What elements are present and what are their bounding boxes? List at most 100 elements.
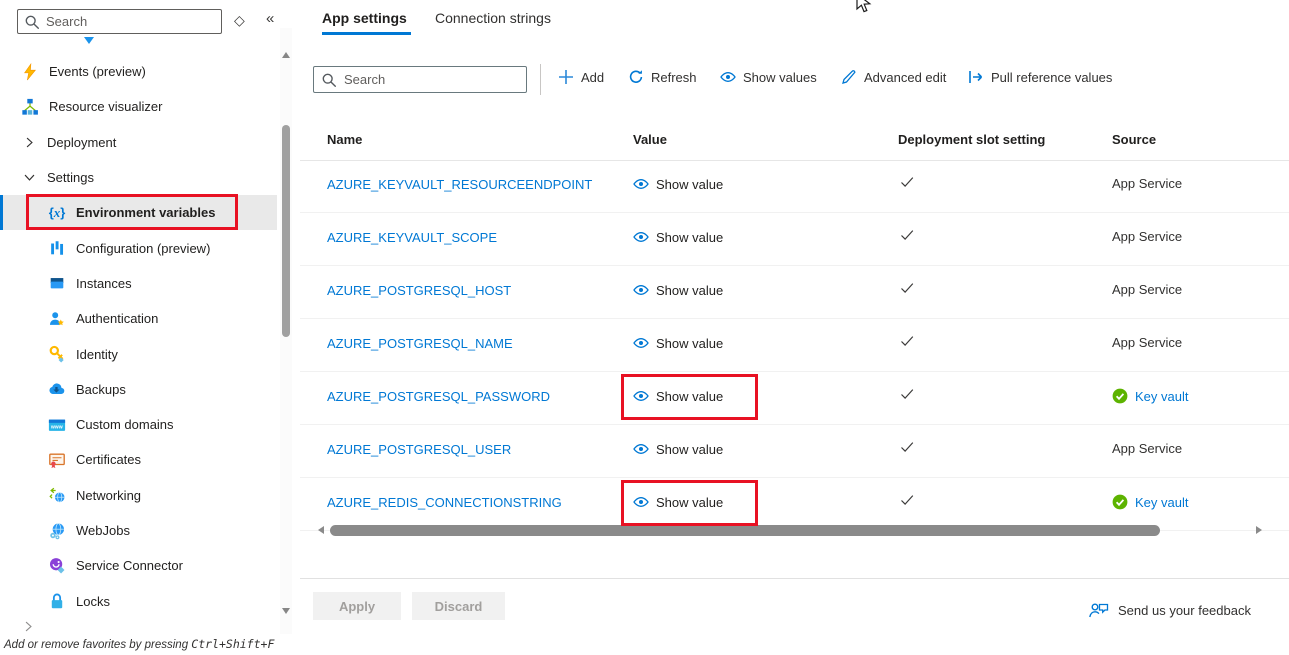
source-cell: App Service xyxy=(1112,282,1182,297)
scrollbar-down-arrow-icon[interactable] xyxy=(282,608,290,618)
column-header-source: Source xyxy=(1112,132,1157,147)
sidebar-item-authentication[interactable]: Authentication xyxy=(0,301,277,336)
sidebar-scrollbar[interactable] xyxy=(280,28,292,634)
source-label: App Service xyxy=(1112,335,1183,350)
advanced-edit-button[interactable]: Advanced edit xyxy=(841,69,946,85)
scrollbar-right-arrow-icon[interactable] xyxy=(1256,526,1266,534)
source-cell[interactable]: Key vault xyxy=(1112,388,1188,404)
pin-icon[interactable]: ◇ xyxy=(234,12,245,29)
sidebar-item-events-preview[interactable]: Events (preview) xyxy=(0,54,277,89)
collapse-sidebar-icon[interactable]: « xyxy=(266,10,274,27)
sidebar-item-resource-visualizer[interactable]: Resource visualizer xyxy=(0,89,277,124)
show-value-button[interactable]: Show value xyxy=(633,441,723,457)
table-header: Name Value Deployment slot setting Sourc… xyxy=(300,120,1289,161)
sidebar-item-label: Locks xyxy=(76,593,110,609)
show-value-label: Show value xyxy=(656,388,724,404)
webjobs-globe-icon xyxy=(48,522,66,540)
environment-variables-pane: App settings Connection strings Add Refre… xyxy=(300,0,1289,654)
pencil-icon xyxy=(841,69,857,85)
scrollbar-thumb[interactable] xyxy=(282,125,290,337)
checkmark-icon xyxy=(899,386,915,407)
toolbar: Add Refresh Show values Advanced edit Pull r… xyxy=(300,64,1289,98)
show-value-button[interactable]: Show value xyxy=(633,282,723,298)
apply-button[interactable]: Apply xyxy=(313,592,401,620)
toolbar-search xyxy=(313,66,527,93)
sidebar-item-networking[interactable]: Networking xyxy=(0,478,277,513)
source-label: App Service xyxy=(1112,229,1183,244)
sidebar-item-settings[interactable]: Settings xyxy=(0,160,277,195)
sidebar-item-certificates[interactable]: Certificates xyxy=(0,442,277,477)
add-button[interactable]: Add xyxy=(558,69,604,85)
source-cell: App Service xyxy=(1112,229,1182,244)
env-var-name-link[interactable]: AZURE_REDIS_CONNECTIONSTRING xyxy=(327,495,562,510)
configuration-bars-icon xyxy=(48,239,66,257)
eye-icon xyxy=(633,388,649,404)
checkmark-icon xyxy=(899,280,915,301)
env-var-name-link[interactable]: AZURE_POSTGRESQL_HOST xyxy=(327,283,511,298)
env-var-name-link[interactable]: AZURE_POSTGRESQL_USER xyxy=(327,442,511,457)
scrollbar-left-arrow-icon[interactable] xyxy=(314,526,324,534)
table-row-azure-keyvault-scope: AZURE_KEYVAULT_SCOPE Show value App Servic… xyxy=(300,213,1289,266)
checkmark-icon xyxy=(899,333,915,354)
favorites-hint: Add or remove favorites by pressing Ctrl… xyxy=(4,637,274,651)
sidebar-item-configuration-preview[interactable]: Configuration (preview) xyxy=(0,230,277,265)
favorites-hint-shortcut: Ctrl+Shift+F xyxy=(191,637,275,651)
show-value-button[interactable]: Show value xyxy=(633,176,723,192)
sidebar-item-environment-variables[interactable]: {x} Environment variables xyxy=(0,194,277,231)
toolbar-button-label: Add xyxy=(581,69,605,85)
svg-text:www: www xyxy=(50,424,63,430)
sidebar-item-label: Service Connector xyxy=(76,558,183,574)
source-label: App Service xyxy=(1112,441,1183,456)
sidebar-item-service-connector[interactable]: Service Connector xyxy=(0,548,277,583)
source-cell: App Service xyxy=(1112,176,1182,191)
sidebar-item-custom-domains[interactable]: www Custom domains xyxy=(0,407,277,442)
checkmark-icon xyxy=(899,227,915,248)
pull-reference-values-button[interactable]: Pull reference values xyxy=(968,69,1112,85)
tab-app-settings[interactable]: App settings xyxy=(322,10,407,26)
refresh-button[interactable]: Refresh xyxy=(628,69,697,85)
table-row-azure-postgresql-password: AZURE_POSTGRESQL_PASSWORD Show value Key v… xyxy=(300,372,1289,425)
sidebar-item-identity[interactable]: Identity xyxy=(0,336,277,371)
env-var-name-link[interactable]: AZURE_POSTGRESQL_NAME xyxy=(327,336,513,351)
resource-menu-sidebar: ◇ « Events (preview) Resource visualizer D… xyxy=(0,0,296,654)
instances-icon xyxy=(48,274,66,292)
backups-cloud-icon xyxy=(48,380,66,398)
sidebar-item-label: Settings xyxy=(47,170,94,186)
env-var-name-link[interactable]: AZURE_POSTGRESQL_PASSWORD xyxy=(327,389,550,404)
sidebar-item-label: Identity xyxy=(76,346,118,362)
sidebar-item-label: Deployment xyxy=(47,134,117,150)
table-row-azure-keyvault-resourceendpoint: AZURE_KEYVAULT_RESOURCEENDPOINT Show valu… xyxy=(300,160,1289,213)
sidebar-item-deployment[interactable]: Deployment xyxy=(0,125,277,160)
source-label: Key vault xyxy=(1135,388,1189,404)
sidebar-item-instances[interactable]: Instances xyxy=(0,266,277,301)
column-header-name: Name xyxy=(327,132,363,147)
tab-connection-strings[interactable]: Connection strings xyxy=(435,10,551,26)
scrollbar-up-arrow-icon[interactable] xyxy=(282,48,290,58)
source-label: Key vault xyxy=(1135,494,1189,510)
env-var-name-link[interactable]: AZURE_KEYVAULT_SCOPE xyxy=(327,230,497,245)
show-value-button[interactable]: Show value xyxy=(633,388,723,404)
show-value-button[interactable]: Show value xyxy=(633,229,723,245)
env-var-name-link[interactable]: AZURE_KEYVAULT_RESOURCEENDPOINT xyxy=(327,177,592,192)
sidebar-item-webjobs[interactable]: WebJobs xyxy=(0,513,277,548)
plus-icon xyxy=(558,69,574,85)
sidebar-item-backups[interactable]: Backups xyxy=(0,372,277,407)
scrollbar-thumb[interactable] xyxy=(330,525,1160,536)
show-value-button[interactable]: Show value xyxy=(633,335,723,351)
eye-icon xyxy=(633,176,649,192)
toolbar-search-input[interactable] xyxy=(313,66,527,93)
sidebar-item-locks[interactable]: Locks xyxy=(0,583,277,618)
send-feedback-link[interactable]: Send us your feedback xyxy=(1088,601,1251,619)
checkmark-icon xyxy=(899,174,915,195)
partial-bottom-item-chevron-icon xyxy=(22,620,35,638)
toolbar-button-label: Pull reference values xyxy=(991,69,1113,85)
show-values-button[interactable]: Show values xyxy=(720,69,817,85)
checkmark-icon xyxy=(899,492,915,513)
source-cell[interactable]: Key vault xyxy=(1112,494,1188,510)
send-feedback-label: Send us your feedback xyxy=(1118,602,1251,618)
horizontal-scrollbar[interactable] xyxy=(314,524,1266,537)
sidebar-search xyxy=(17,9,222,34)
sidebar-search-input[interactable] xyxy=(17,9,222,34)
show-value-button[interactable]: Show value xyxy=(633,494,723,510)
discard-button[interactable]: Discard xyxy=(412,592,505,620)
